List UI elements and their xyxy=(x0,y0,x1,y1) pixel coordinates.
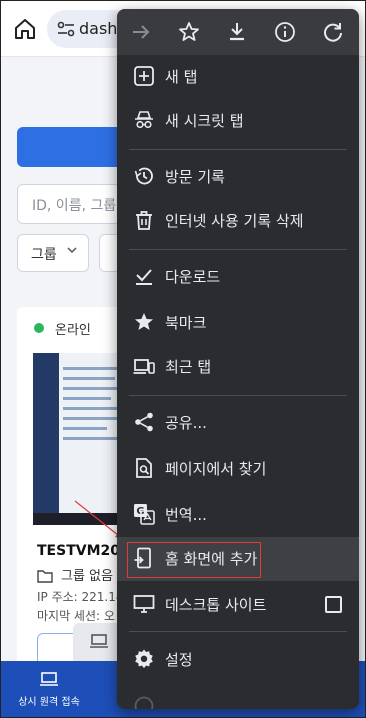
menu-item-new-incognito-tab[interactable]: 새 시크릿 탭 xyxy=(117,99,359,143)
info-icon[interactable] xyxy=(273,20,297,44)
device-last-session: 마지막 세션: 오 xyxy=(37,609,115,623)
menu-item-downloads[interactable]: 다운로드 xyxy=(117,255,359,299)
menu-item-label: 새 시크릿 탭 xyxy=(165,112,244,130)
device-name: TESTVM209 xyxy=(37,543,130,559)
desktop-icon xyxy=(133,595,155,613)
star-icon[interactable] xyxy=(177,20,201,44)
search-placeholder: ID, 이름, 그룹, xyxy=(32,198,121,214)
menu-item-label: 페이지에서 찾기 xyxy=(165,460,267,478)
menu-item-find-in-page[interactable]: 페이지에서 찾기 xyxy=(117,447,359,491)
device-tab[interactable] xyxy=(73,623,123,663)
menu-item-desktop-site[interactable]: 데스크톱 사이트 xyxy=(117,583,359,627)
search-input[interactable]: ID, 이름, 그룹, xyxy=(17,184,127,224)
thumbnail-sidebar xyxy=(33,353,59,513)
reload-icon[interactable] xyxy=(321,20,345,44)
menu-item-label: 방문 기록 xyxy=(165,168,225,186)
chevron-down-icon xyxy=(67,247,77,254)
menu-item-partial[interactable] xyxy=(117,685,359,709)
star-filled-icon xyxy=(135,313,153,330)
browser-overflow-menu: 새 탭 새 시크릿 탭 방문 기록 인터넷 사용 기록 삭제 다운로드 북마크 … xyxy=(117,9,359,709)
find-in-page-icon xyxy=(136,458,152,478)
devices-icon xyxy=(133,359,155,374)
menu-item-label: 공유... xyxy=(165,414,207,432)
add-to-home-icon xyxy=(134,547,151,569)
thumbnail-row xyxy=(63,367,123,370)
primary-action-button[interactable] xyxy=(17,127,127,167)
menu-item-label: 데스크톱 사이트 xyxy=(165,596,267,614)
thumbnail-row xyxy=(63,417,125,420)
menu-item-label: 최근 탭 xyxy=(165,358,212,376)
incognito-icon xyxy=(135,111,153,129)
menu-item-translate[interactable]: G 번역... xyxy=(117,493,359,537)
device-group: 그룹 없음 xyxy=(61,569,113,584)
menu-divider xyxy=(129,249,347,250)
menu-item-settings[interactable]: 설정 xyxy=(117,638,359,682)
menu-item-label: 인터넷 사용 기록 삭제 xyxy=(165,212,304,230)
translate-icon: G xyxy=(134,504,155,525)
menu-divider xyxy=(129,395,347,396)
trash-icon xyxy=(136,211,152,230)
forward-arrow-icon[interactable] xyxy=(129,20,153,44)
help-icon xyxy=(134,696,154,709)
menu-item-history[interactable]: 방문 기록 xyxy=(117,155,359,199)
menu-divider xyxy=(129,149,347,150)
desktop-site-checkbox[interactable] xyxy=(325,596,342,613)
thumbnail-row xyxy=(63,377,115,380)
folder-icon xyxy=(37,570,53,583)
screen: dash. ID, 이름, 그룹, 그룹 온라인 TESTVM209 그룹 없음… xyxy=(0,0,366,718)
menu-item-label: 설정 xyxy=(165,651,193,669)
group-filter-label: 그룹 xyxy=(31,247,57,263)
share-icon xyxy=(135,412,153,432)
history-icon xyxy=(134,167,153,185)
download-icon[interactable] xyxy=(225,20,249,44)
menu-item-add-to-home-screen[interactable]: 홈 화면에 추가 xyxy=(117,537,359,581)
thumbnail-row xyxy=(63,397,111,400)
status-label: 온라인 xyxy=(55,323,91,338)
site-settings-icon[interactable] xyxy=(57,21,75,37)
menu-item-new-tab[interactable]: 새 탭 xyxy=(117,55,359,99)
device-ip: IP 주소: 221.14 xyxy=(37,590,124,604)
laptop-icon xyxy=(40,672,58,686)
online-status-dot xyxy=(34,323,44,333)
menu-item-recent-tabs[interactable]: 최근 탭 xyxy=(117,345,359,389)
plus-box-icon xyxy=(134,66,154,86)
menu-item-label: 새 탭 xyxy=(165,68,198,86)
menu-item-share[interactable]: 공유... xyxy=(117,401,359,445)
menu-item-clear-browsing-data[interactable]: 인터넷 사용 기록 삭제 xyxy=(117,199,359,243)
thumbnail-row xyxy=(63,437,119,440)
download-check-icon xyxy=(136,269,152,285)
url-text: dash. xyxy=(79,19,123,38)
menu-item-bookmarks[interactable]: 북마크 xyxy=(117,301,359,345)
thumbnail-row xyxy=(63,407,121,410)
menu-item-label: 북마크 xyxy=(165,314,207,332)
menu-item-label: 홈 화면에 추가 xyxy=(165,550,258,568)
group-filter-dropdown[interactable]: 그룹 xyxy=(17,234,89,272)
menu-item-label: 다운로드 xyxy=(165,268,221,286)
menu-item-label: 번역... xyxy=(165,506,207,524)
menu-top-row xyxy=(117,9,359,55)
menu-divider xyxy=(129,631,347,632)
thumbnail-row xyxy=(63,427,107,430)
gear-icon xyxy=(135,649,153,669)
laptop-icon xyxy=(90,634,108,648)
home-icon[interactable] xyxy=(13,17,37,41)
bottom-nav-remote-access[interactable]: 상시 원격 접속 xyxy=(9,667,89,713)
bottom-nav-label: 상시 원격 접속 xyxy=(18,697,80,708)
